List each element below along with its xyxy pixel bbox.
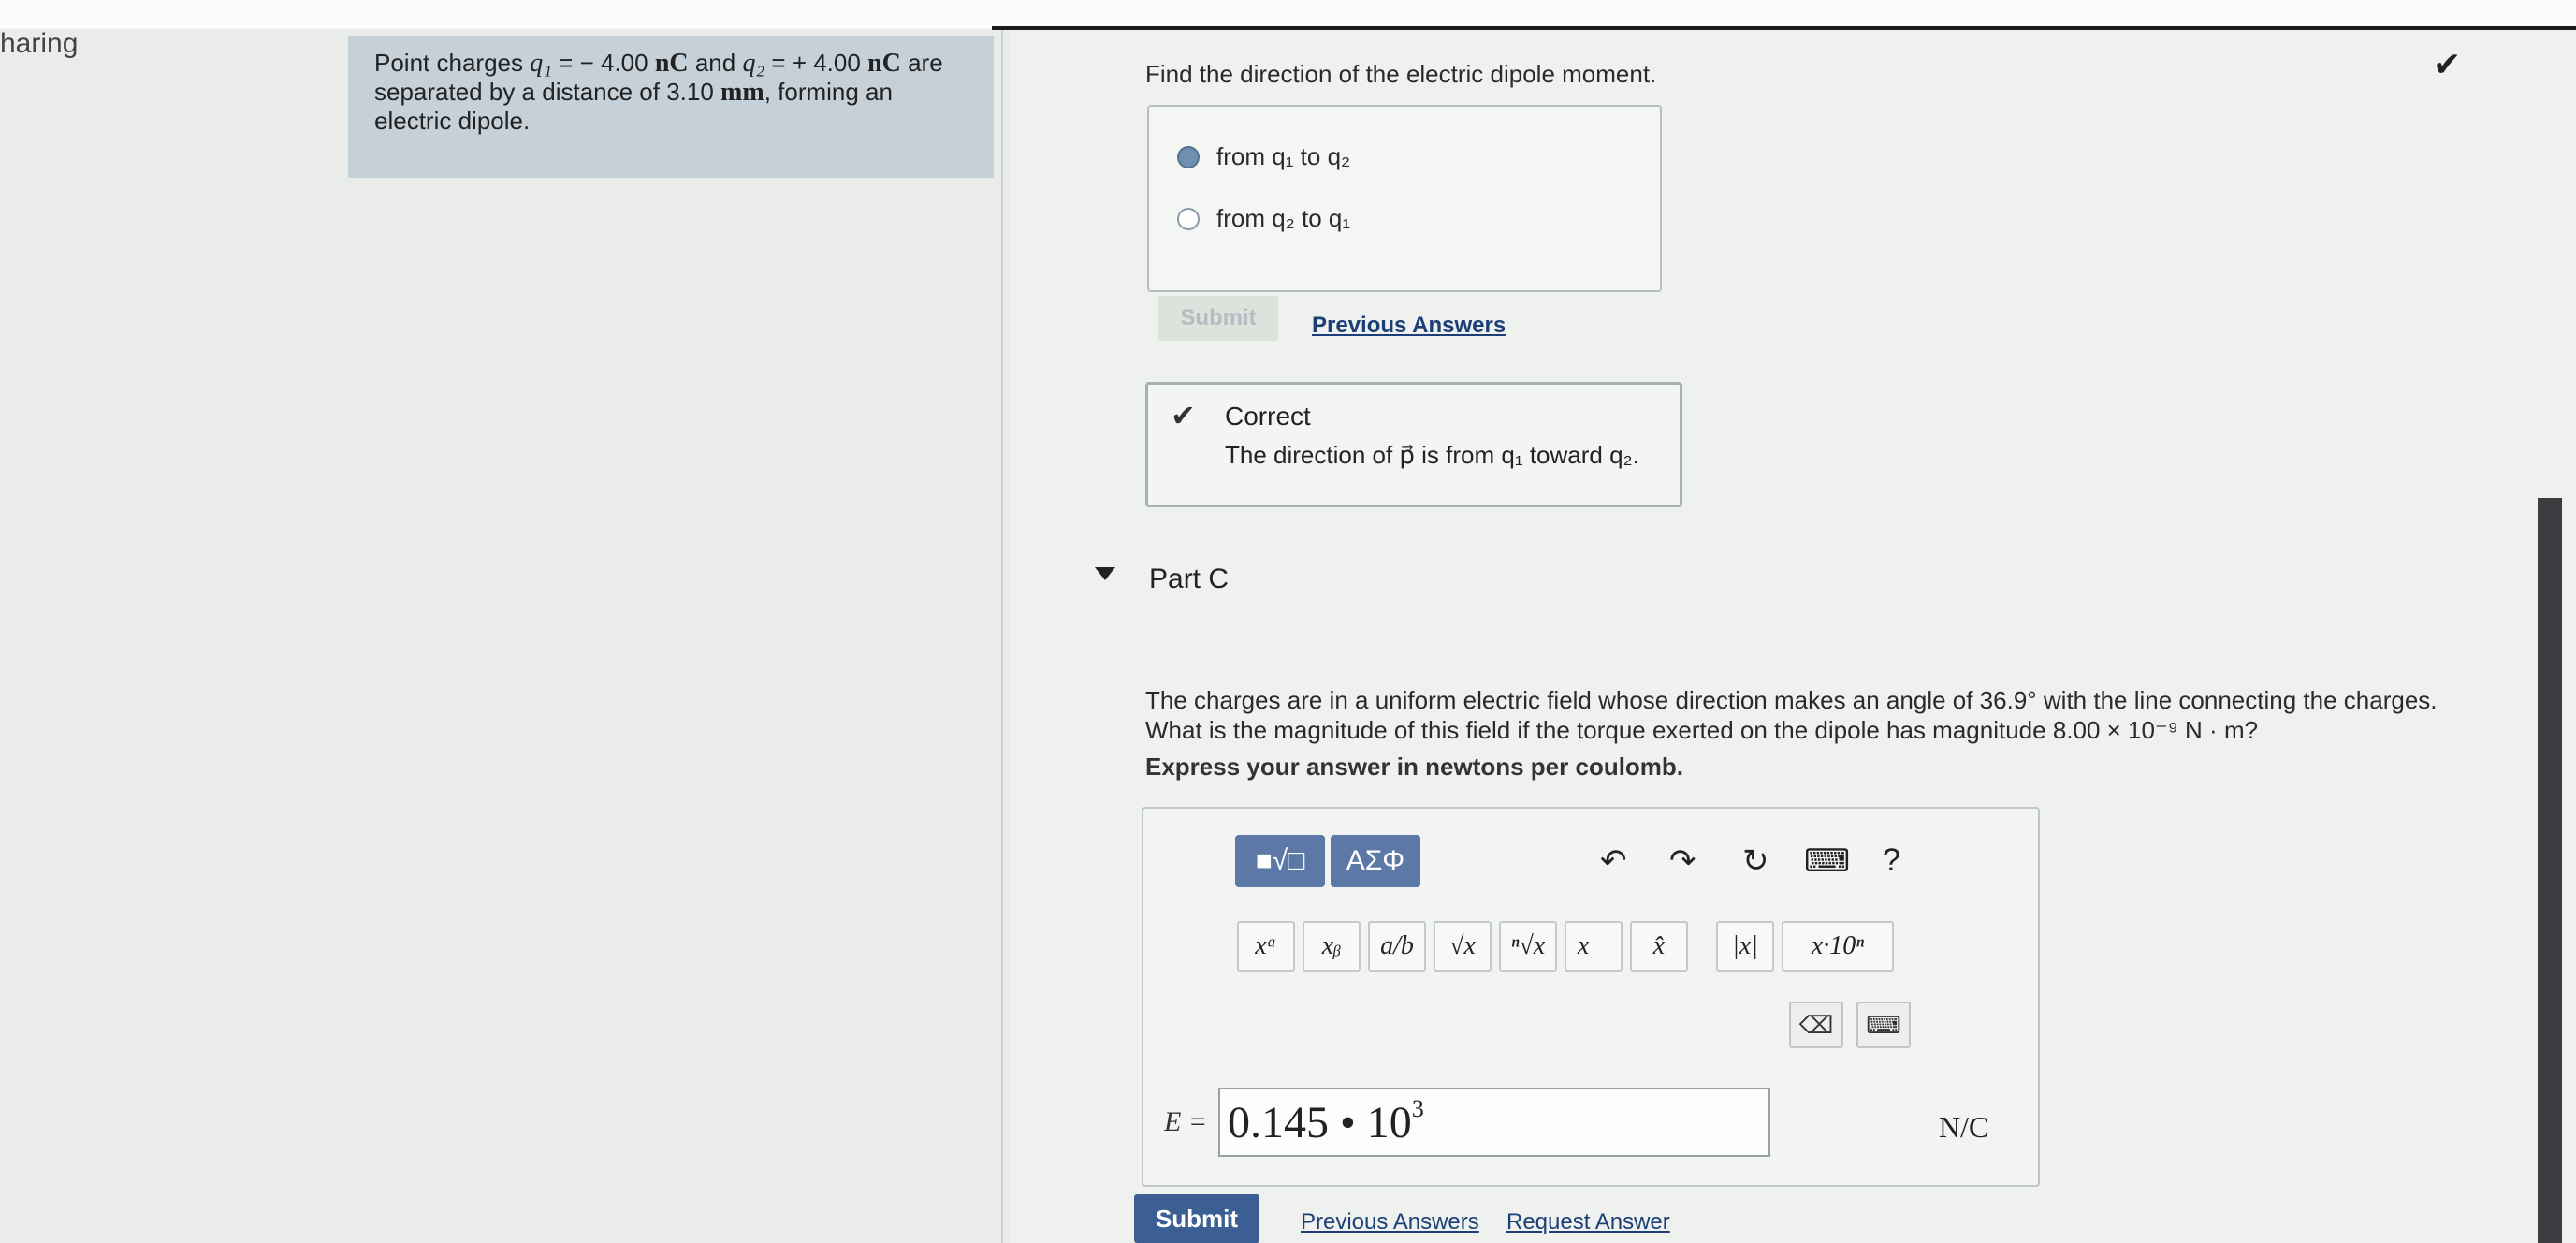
- partc-previous-answers-link[interactable]: Previous Answers: [1301, 1209, 1479, 1236]
- unit-nc: nC: [867, 49, 901, 78]
- unit-mm: mm: [720, 78, 764, 107]
- answer-options: from q₁ to q₂ from q₂ to q₁: [1147, 105, 1662, 292]
- top-rule: [992, 26, 2576, 30]
- problem-text: and: [688, 49, 743, 77]
- correct-check-icon: ✔: [1171, 399, 1196, 432]
- problem-text: Point charges: [374, 49, 531, 77]
- unit-label: N/C: [1939, 1110, 1989, 1144]
- answer-exponent: 3: [1411, 1095, 1424, 1122]
- unit-vector-template[interactable]: x̂: [1630, 921, 1688, 972]
- feedback-title: Correct: [1225, 402, 1311, 431]
- superscript-template[interactable]: xᵃ: [1237, 921, 1295, 972]
- feedback-box: ✔ Correct The direction of p⃗ is from q₁…: [1145, 382, 1682, 507]
- fraction-template[interactable]: a/b: [1368, 921, 1426, 972]
- column-divider: [1001, 30, 1003, 1243]
- scientific-notation-template[interactable]: x·10ⁿ: [1782, 921, 1894, 972]
- radio-icon[interactable]: [1177, 207, 1200, 230]
- problem-text: = + 4.00: [764, 49, 868, 77]
- problem-statement: Point charges q₁ = − 4.00 nC and q₂ = + …: [348, 36, 994, 178]
- option-q1-to-q2[interactable]: from q₁ to q₂: [1177, 142, 1350, 171]
- backspace-icon[interactable]: ⌫: [1789, 1002, 1843, 1048]
- answer-input[interactable]: 0.145 • 10 3: [1218, 1088, 1770, 1157]
- undo-icon[interactable]: ↶: [1600, 842, 1627, 880]
- feedback-text: The direction of p⃗ is from q₁ toward q₂…: [1225, 441, 1639, 469]
- sqrt-template[interactable]: √x: [1434, 921, 1492, 972]
- scrollbar[interactable]: [2538, 498, 2562, 1243]
- partb-submit-button[interactable]: Submit: [1158, 296, 1278, 341]
- q1-symbol: q₁: [530, 49, 552, 78]
- q2-symbol: q₂: [742, 49, 765, 78]
- keyboard-shortcuts-icon[interactable]: ⌨: [1804, 842, 1850, 880]
- unit-nc: nC: [654, 49, 689, 78]
- option-label: from q₂ to q₁: [1216, 204, 1351, 232]
- left-column: [0, 30, 1011, 1243]
- partc-question: The charges are in a uniform electric fi…: [1145, 686, 2438, 744]
- problem-text: = − 4.00: [551, 49, 655, 77]
- partc-instruction: Express your answer in newtons per coulo…: [1145, 753, 1684, 781]
- radio-selected-icon[interactable]: [1177, 145, 1200, 168]
- partc-title[interactable]: Part C: [1149, 563, 1229, 595]
- partb-previous-answers-link[interactable]: Previous Answers: [1312, 313, 1506, 339]
- redo-icon[interactable]: ↷: [1669, 842, 1696, 880]
- option-q2-to-q1[interactable]: from q₂ to q₁: [1177, 204, 1350, 233]
- sidebar-label: haring: [0, 28, 79, 59]
- answer-mantissa: 0.145 • 10: [1228, 1097, 1412, 1148]
- keyboard-icon[interactable]: ⌨: [1856, 1002, 1911, 1048]
- option-label: from q₁ to q₂: [1216, 142, 1351, 170]
- nth-root-template[interactable]: ⁿ√x: [1499, 921, 1557, 972]
- request-answer-link[interactable]: Request Answer: [1506, 1209, 1670, 1236]
- partb-question: Find the direction of the electric dipol…: [1145, 60, 1657, 88]
- templates-button[interactable]: ■√□: [1235, 835, 1325, 887]
- math-input-panel: ■√□ ΑΣΦ ↶ ↷ ↻ ⌨ ? xᵃ xᵦ a/b √x ⁿ√x x⃗ x̂…: [1142, 807, 2040, 1187]
- completed-check-icon: ✔: [2433, 45, 2462, 83]
- reset-icon[interactable]: ↻: [1742, 842, 1769, 880]
- vector-template[interactable]: x⃗: [1565, 921, 1623, 972]
- help-icon[interactable]: ?: [1883, 842, 1900, 879]
- variable-label: E =: [1164, 1106, 1208, 1137]
- greek-symbols-button[interactable]: ΑΣΦ: [1331, 835, 1420, 887]
- top-bar: [0, 0, 2576, 28]
- collapse-caret-icon[interactable]: [1095, 567, 1115, 580]
- subscript-template[interactable]: xᵦ: [1303, 921, 1361, 972]
- partc-submit-button[interactable]: Submit: [1134, 1194, 1259, 1243]
- absolute-value-template[interactable]: |x|: [1716, 921, 1774, 972]
